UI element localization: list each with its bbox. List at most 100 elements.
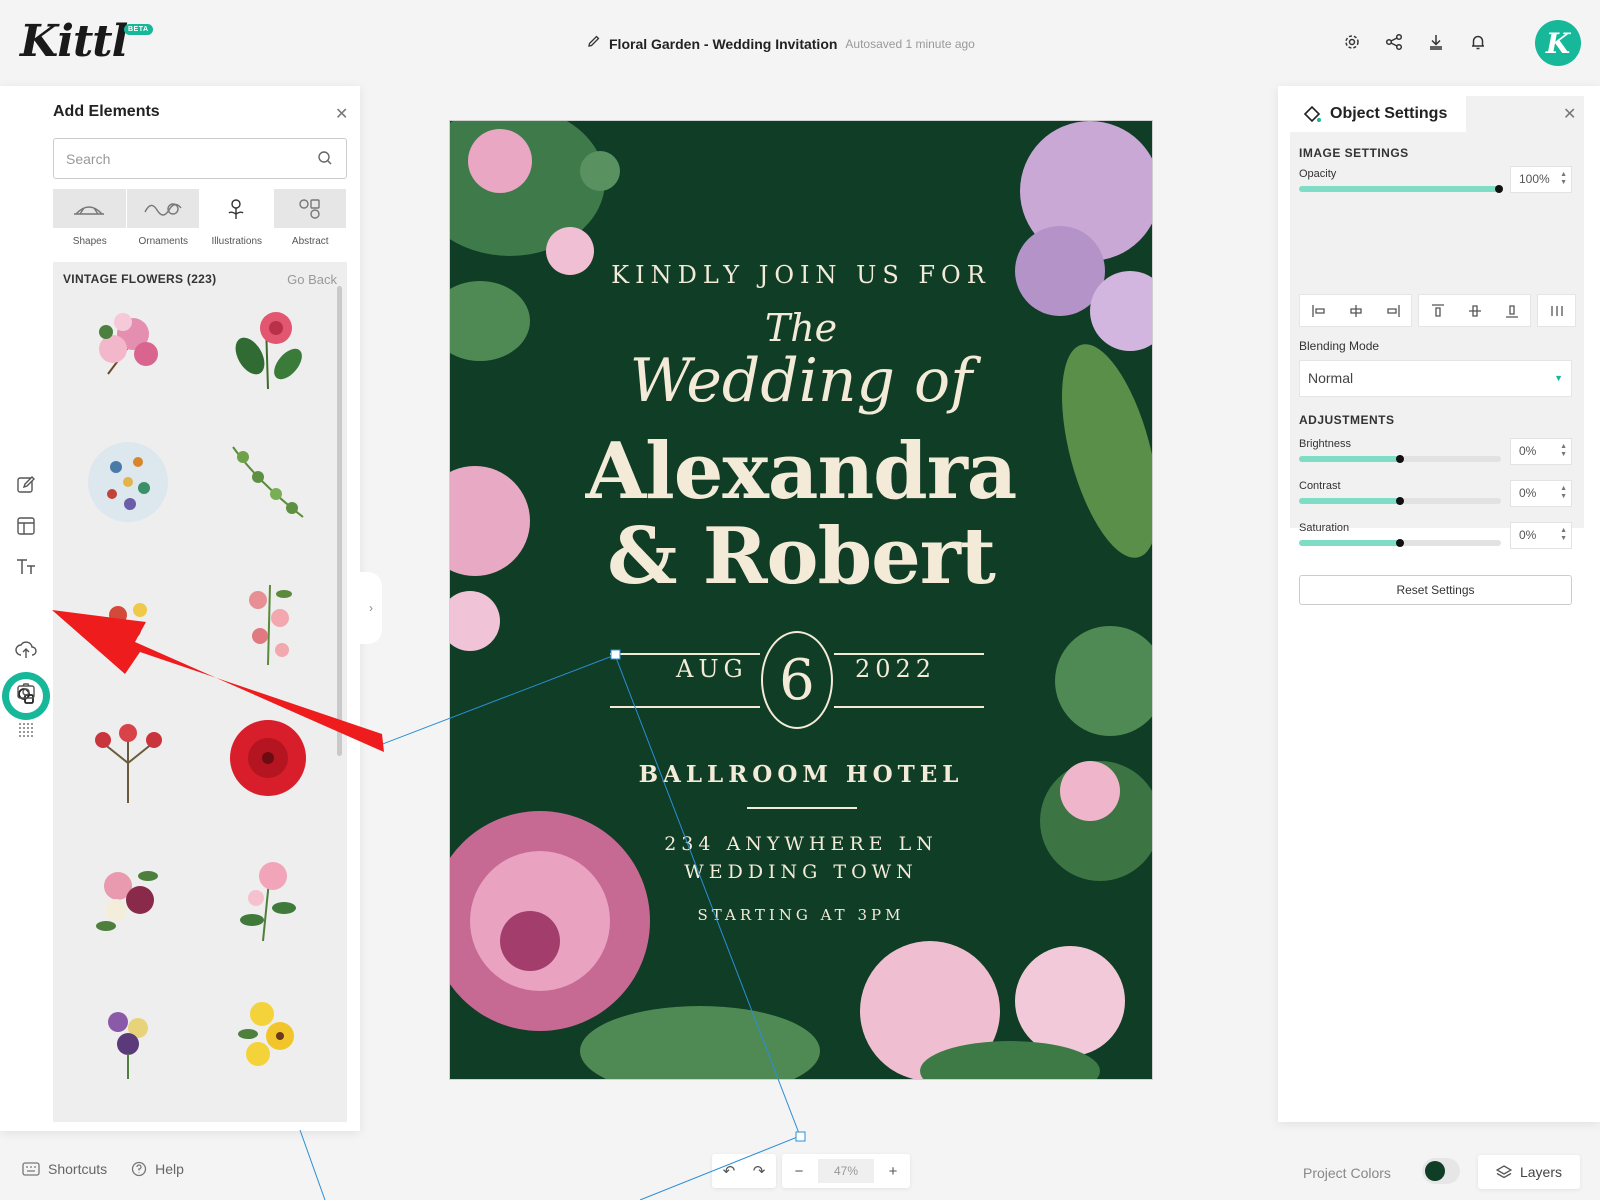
flower-thumbnail-red-bloom[interactable] bbox=[218, 294, 318, 394]
flower-thumbnail-red-roses[interactable] bbox=[78, 708, 178, 808]
shortcuts-button[interactable]: Shortcuts bbox=[22, 1161, 107, 1177]
align-bottom-icon[interactable] bbox=[1493, 295, 1530, 326]
venue-divider bbox=[747, 807, 857, 809]
search-icon[interactable] bbox=[317, 150, 333, 171]
flower-thumbnail-red-hibiscus[interactable] bbox=[218, 708, 318, 808]
invite-address-line2[interactable]: WEDDING TOWN bbox=[450, 861, 1152, 883]
grid-dots-icon[interactable] bbox=[14, 718, 38, 742]
contrast-slider[interactable] bbox=[1299, 497, 1501, 505]
tab-shapes[interactable]: Shapes bbox=[53, 189, 127, 247]
share-icon[interactable] bbox=[1384, 32, 1404, 52]
flower-thumbnail-wild-bouquet[interactable] bbox=[78, 570, 178, 670]
invite-day[interactable]: 6 bbox=[761, 631, 833, 729]
blending-mode-select[interactable]: Normal ▼ bbox=[1299, 360, 1572, 397]
invite-name-bride[interactable]: Alexandra bbox=[450, 426, 1152, 517]
invite-wedding-of-text[interactable]: Wedding of bbox=[450, 346, 1152, 416]
undo-icon[interactable]: ↶ bbox=[718, 1160, 740, 1182]
brightness-label: Brightness bbox=[1299, 438, 1351, 450]
flower-thumbnail-butterflies[interactable] bbox=[78, 432, 178, 532]
layers-button[interactable]: Layers bbox=[1478, 1155, 1580, 1189]
invite-name-groom[interactable]: & Robert bbox=[450, 511, 1152, 602]
caret-down-icon: ▼ bbox=[1554, 373, 1563, 383]
flower-thumbnail-pink-tea-rose[interactable] bbox=[218, 846, 318, 946]
vertical-align-group bbox=[1418, 294, 1531, 327]
tool-rail bbox=[0, 86, 52, 1131]
distribute-group bbox=[1537, 294, 1576, 327]
redo-icon[interactable]: ↷ bbox=[748, 1160, 770, 1182]
brightness-slider[interactable] bbox=[1299, 455, 1501, 463]
flower-icon bbox=[228, 198, 244, 219]
horizontal-align-group bbox=[1299, 294, 1412, 327]
saturation-input[interactable]: 0% ▲ ▼ bbox=[1510, 522, 1572, 549]
upload-icon[interactable] bbox=[14, 638, 38, 662]
invite-year[interactable]: 2022 bbox=[855, 655, 936, 683]
opacity-input[interactable]: 100% ▲ ▼ bbox=[1510, 166, 1572, 193]
flower-thumbnail-pink-rose-branch[interactable] bbox=[218, 570, 318, 670]
brightness-input[interactable]: 0% ▲ ▼ bbox=[1510, 438, 1572, 465]
stepper-icon[interactable]: ▲ ▼ bbox=[1560, 485, 1567, 501]
zoom-out-button[interactable]: − bbox=[788, 1160, 810, 1182]
saturation-slider[interactable] bbox=[1299, 539, 1501, 547]
brightness-slider-handle[interactable] bbox=[1396, 455, 1404, 463]
flower-thumbnail-ivy-vine[interactable] bbox=[218, 432, 318, 532]
collapse-panel-tab[interactable]: › bbox=[360, 572, 382, 644]
tab-illustrations[interactable]: Illustrations bbox=[200, 189, 274, 247]
stepper-icon[interactable]: ▲ ▼ bbox=[1560, 527, 1567, 543]
help-icon bbox=[131, 1161, 147, 1177]
zoom-toolbar: ↶ ↷ − 47% + bbox=[712, 1154, 910, 1188]
reset-settings-button[interactable]: Reset Settings bbox=[1299, 575, 1572, 605]
abstract-icon bbox=[299, 198, 320, 219]
align-center-horizontal-icon[interactable] bbox=[1337, 295, 1374, 326]
opacity-slider[interactable] bbox=[1299, 185, 1503, 193]
gallery-scrollbar[interactable] bbox=[337, 286, 342, 756]
invite-start-time[interactable]: STARTING AT 3PM bbox=[450, 906, 1152, 924]
project-colors-toggle[interactable] bbox=[1422, 1158, 1460, 1184]
user-avatar[interactable]: K bbox=[1535, 20, 1581, 66]
invite-the-text[interactable]: The bbox=[450, 306, 1152, 350]
go-back-link[interactable]: Go Back bbox=[287, 272, 337, 287]
invite-address-line1[interactable]: 234 ANYWHERE LN bbox=[450, 833, 1152, 855]
flower-thumbnail-pink-magnolia[interactable] bbox=[78, 294, 178, 394]
camera-icon[interactable] bbox=[14, 679, 38, 703]
align-top-icon[interactable] bbox=[1419, 295, 1456, 326]
contrast-input[interactable]: 0% ▲ ▼ bbox=[1510, 480, 1572, 507]
flower-thumbnail-rose-bouquet[interactable] bbox=[78, 846, 178, 946]
design-canvas[interactable]: KINDLY JOIN US FOR The Wedding of Alexan… bbox=[449, 120, 1153, 1080]
tab-abstract[interactable]: Abstract bbox=[273, 189, 347, 247]
zoom-level[interactable]: 47% bbox=[818, 1159, 874, 1183]
keyboard-icon bbox=[22, 1162, 40, 1176]
selection-handle[interactable] bbox=[795, 1131, 806, 1142]
contrast-slider-handle[interactable] bbox=[1396, 497, 1404, 505]
document-title[interactable]: Floral Garden - Wedding Invitation bbox=[609, 36, 837, 52]
kittl-logo[interactable]: Kittl bbox=[20, 16, 128, 67]
stepper-icon[interactable]: ▲ ▼ bbox=[1560, 443, 1567, 459]
tab-ornaments[interactable]: Ornaments bbox=[126, 189, 200, 247]
invite-intro-text[interactable]: KINDLY JOIN US FOR bbox=[450, 261, 1152, 289]
text-icon[interactable] bbox=[14, 555, 38, 579]
search-input[interactable] bbox=[53, 138, 347, 179]
bell-icon[interactable] bbox=[1468, 32, 1488, 52]
stepper-icon[interactable]: ▲ ▼ bbox=[1560, 171, 1567, 187]
close-icon[interactable]: ✕ bbox=[1563, 104, 1576, 124]
contrast-label: Contrast bbox=[1299, 480, 1341, 492]
document-title-area[interactable]: Floral Garden - Wedding Invitation Autos… bbox=[587, 34, 975, 53]
align-left-icon[interactable] bbox=[1300, 295, 1337, 326]
object-settings-tab[interactable]: Object Settings bbox=[1290, 96, 1466, 132]
distribute-icon[interactable] bbox=[1538, 295, 1575, 326]
align-middle-vertical-icon[interactable] bbox=[1456, 295, 1493, 326]
close-icon[interactable]: ✕ bbox=[335, 104, 348, 124]
align-right-icon[interactable] bbox=[1374, 295, 1411, 326]
invite-month[interactable]: AUG bbox=[676, 655, 748, 683]
opacity-slider-handle[interactable] bbox=[1495, 185, 1503, 193]
zoom-in-button[interactable]: + bbox=[882, 1160, 904, 1182]
template-icon[interactable] bbox=[14, 514, 38, 538]
download-icon[interactable] bbox=[1426, 32, 1446, 52]
pencil-icon[interactable] bbox=[587, 34, 601, 53]
help-button[interactable]: Help bbox=[131, 1161, 184, 1177]
flower-thumbnail-pansy-bouquet[interactable] bbox=[78, 984, 178, 1084]
saturation-slider-handle[interactable] bbox=[1396, 539, 1404, 547]
flower-thumbnail-yellow-pansies[interactable] bbox=[218, 984, 318, 1084]
invite-venue[interactable]: BALLROOM HOTEL bbox=[450, 761, 1152, 788]
edit-icon[interactable] bbox=[14, 473, 38, 497]
gear-icon[interactable] bbox=[1342, 32, 1362, 52]
